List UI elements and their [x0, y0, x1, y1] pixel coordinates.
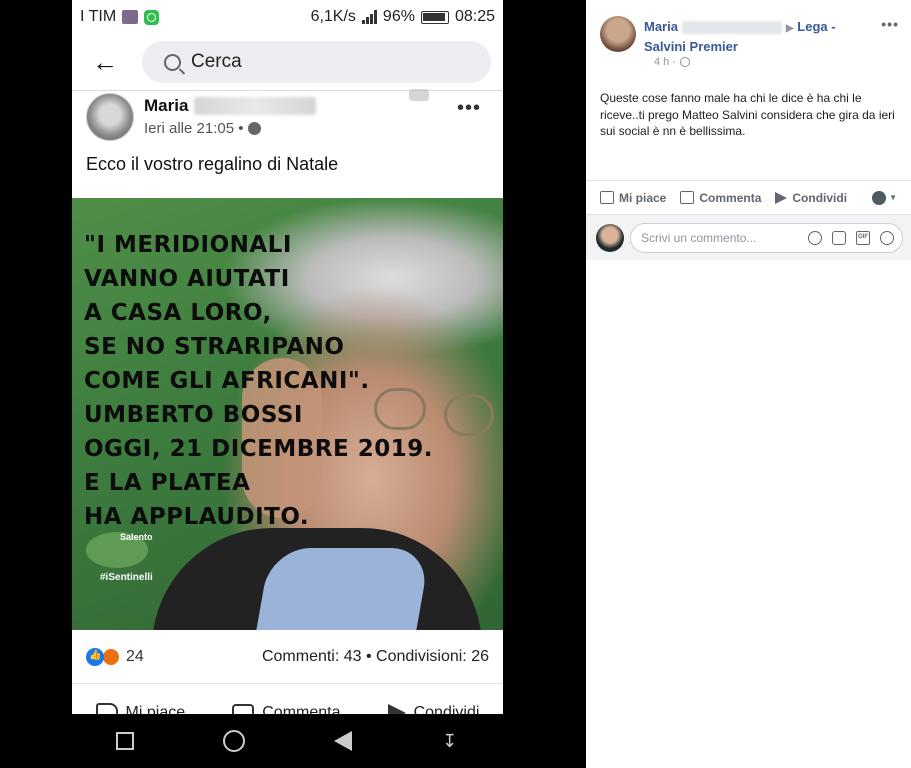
back-arrow-icon[interactable]: ←: [92, 47, 120, 78]
android-navbar: ↧: [72, 714, 503, 768]
comments-shares-count[interactable]: Commenti: 43 • Condivisioni: 26: [262, 648, 489, 666]
battery-icon: [420, 10, 449, 24]
camera-icon[interactable]: [832, 230, 846, 245]
like-label: Mi piace: [619, 190, 667, 205]
share-label: Condividi: [792, 190, 848, 205]
desktop-post: Maria ▶ Lega - Salvini Premier 4 h · ••• …: [586, 0, 911, 768]
meme-line: A CASA LORO,: [84, 300, 272, 326]
blurred-surname: [681, 21, 782, 35]
more-options-icon[interactable]: •••: [881, 16, 899, 32]
desktop-post-actions: Mi piace Commenta Condividi ▼: [586, 180, 911, 214]
more-options-icon[interactable]: •••: [457, 97, 481, 120]
gallery-notification-icon: [122, 10, 139, 24]
blurred-surname: [194, 97, 317, 115]
post-caption: Ecco il vostro regalino di Natale: [86, 154, 339, 174]
meme-line: E LA PLATEA: [84, 470, 251, 496]
meme-line: VANNO AIUTATI: [84, 266, 290, 292]
comment-composer: Scrivi un commento... GIF: [586, 214, 911, 260]
partial-icon: [409, 89, 429, 101]
meme-line: COME GLI AFRICANI".: [84, 368, 370, 394]
recents-icon[interactable]: [116, 732, 135, 750]
post-stats: 24 Commenti: 43 • Condivisioni: 26: [72, 630, 503, 684]
desktop-post-header: Maria ▶ Lega - Salvini Premier 4 h · •••: [586, 0, 911, 80]
watermark-bottom-text: #iSentinelli: [100, 572, 153, 583]
comment-placeholder: Scrivi un commento...: [641, 230, 757, 245]
sticker-icon[interactable]: [880, 230, 894, 245]
mobile-screenshot: I TIM 6,1K/s 96% 08:25 ← Cerca Maria Ier…: [72, 0, 503, 768]
image-glasses-right: [444, 394, 494, 436]
comment-label: Commenta: [699, 190, 762, 205]
meme-line: UMBERTO BOSSI: [84, 402, 303, 428]
search-icon: [164, 53, 181, 71]
desktop-author[interactable]: Maria: [644, 19, 678, 34]
post-header: Maria Ieri alle 21:05 • •••: [72, 89, 503, 142]
meme-line: SE NO STRARIPANO: [84, 334, 345, 360]
screenshot-composite: I TIM 6,1K/s 96% 08:25 ← Cerca Maria Ier…: [0, 0, 911, 768]
meme-line: "I MERIDIONALI: [84, 232, 292, 258]
reactions-count: 24: [126, 647, 144, 665]
home-icon[interactable]: [223, 730, 246, 752]
share-icon: [775, 191, 788, 204]
meme-line: OGGI, 21 DICEMBRE 2019.: [84, 436, 433, 462]
comment-icon: [680, 191, 695, 204]
desktop-timestamp[interactable]: 4 h ·: [654, 56, 676, 68]
like-reaction-icon: [86, 647, 104, 666]
carrier-label: I TIM: [80, 8, 117, 25]
arrow-right-icon: ▶: [785, 23, 794, 34]
avatar: [596, 223, 624, 252]
whatsapp-notification-icon: [144, 9, 160, 25]
gif-icon[interactable]: GIF: [856, 230, 870, 245]
post-timestamp[interactable]: Ieri alle 21:05 •: [144, 120, 243, 137]
post-as-selector[interactable]: ▼: [872, 190, 897, 205]
comment-input[interactable]: Scrivi un commento... GIF: [630, 222, 903, 253]
thumbs-up-icon: [600, 191, 614, 204]
desktop-timestamp-row: 4 h ·: [654, 56, 691, 68]
like-button[interactable]: Mi piace: [600, 191, 666, 205]
post-image[interactable]: "I MERIDIONALI VANNO AIUTATI A CASA LORO…: [72, 198, 503, 630]
status-bar: I TIM 6,1K/s 96% 08:25: [72, 0, 503, 34]
image-shirt: [253, 548, 431, 630]
angry-reaction-icon: [102, 647, 120, 666]
watermark-logo: Salento #iSentinelli: [80, 528, 160, 588]
signal-icon: [361, 10, 377, 24]
post-title: Maria ▶ Lega - Salvini Premier: [644, 18, 874, 56]
chevron-down-icon: ▼: [889, 193, 897, 202]
emoji-icon[interactable]: [808, 230, 822, 245]
network-speed: 6,1K/s: [310, 8, 356, 25]
search-input[interactable]: Cerca: [142, 41, 491, 83]
globe-icon: [248, 122, 262, 135]
post-author[interactable]: Maria: [144, 96, 188, 116]
search-row: ← Cerca: [72, 34, 503, 90]
back-icon[interactable]: [333, 731, 352, 751]
watermark-top-text: Salento: [120, 532, 153, 542]
globe-icon: [680, 57, 691, 67]
battery-percent: 96%: [382, 8, 415, 25]
search-placeholder: Cerca: [191, 51, 242, 72]
desktop-post-text: Queste cose fanno male ha chi le dice è …: [600, 91, 895, 138]
avatar: [872, 190, 887, 205]
author-avatar[interactable]: [600, 16, 636, 52]
meme-text: "I MERIDIONALI VANNO AIUTATI A CASA LORO…: [84, 228, 433, 534]
notification-shade-icon[interactable]: ↧: [441, 732, 459, 750]
avatar[interactable]: [86, 92, 134, 141]
clock: 08:25: [454, 8, 495, 25]
comment-button[interactable]: Commenta: [680, 191, 761, 205]
share-button[interactable]: Condividi: [775, 191, 847, 205]
reactions-summary[interactable]: 24: [86, 647, 144, 666]
